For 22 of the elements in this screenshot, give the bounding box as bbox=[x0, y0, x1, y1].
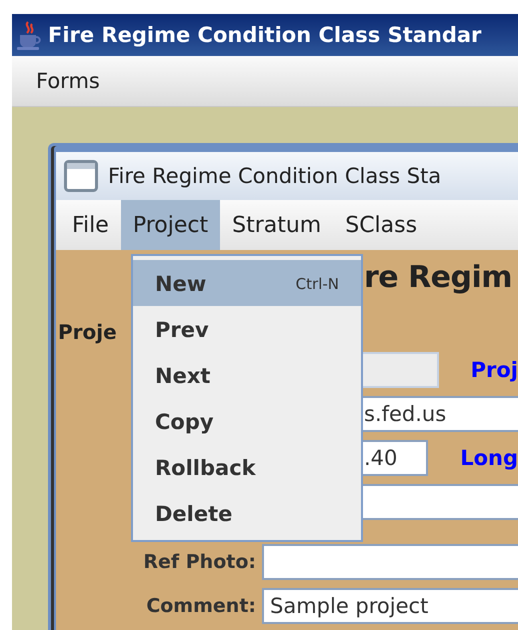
window-icon bbox=[64, 160, 98, 192]
menu-item[interactable]: SClass bbox=[333, 200, 430, 250]
text-field[interactable]: Sample project bbox=[262, 588, 518, 624]
field-label: Ref Photo: bbox=[142, 551, 256, 573]
menu-item[interactable]: Project bbox=[120, 200, 220, 250]
menu-option[interactable]: Rollback bbox=[133, 444, 361, 490]
java-cup-icon bbox=[16, 20, 42, 50]
text-field[interactable] bbox=[262, 544, 518, 580]
menu-item[interactable]: Forms bbox=[26, 63, 110, 99]
window-title: Fire Regime Condition Class Sta bbox=[108, 164, 442, 188]
menu-option[interactable]: Delete bbox=[133, 490, 361, 536]
menu-option[interactable]: Next bbox=[133, 352, 361, 398]
field-label: Comment: bbox=[145, 595, 256, 617]
menu-item[interactable]: File bbox=[60, 200, 121, 250]
menu-option[interactable]: Prev bbox=[133, 306, 361, 352]
field-label: Proje bbox=[58, 320, 117, 344]
form-heading: re Regim bbox=[364, 260, 514, 297]
field-label: Long bbox=[460, 446, 518, 470]
menu-option[interactable]: New Ctrl-N bbox=[133, 260, 361, 306]
menu-item[interactable]: Stratum bbox=[220, 200, 334, 250]
field-label: Proj bbox=[470, 358, 518, 382]
window-title: Fire Regime Condition Class Standar bbox=[48, 23, 482, 47]
